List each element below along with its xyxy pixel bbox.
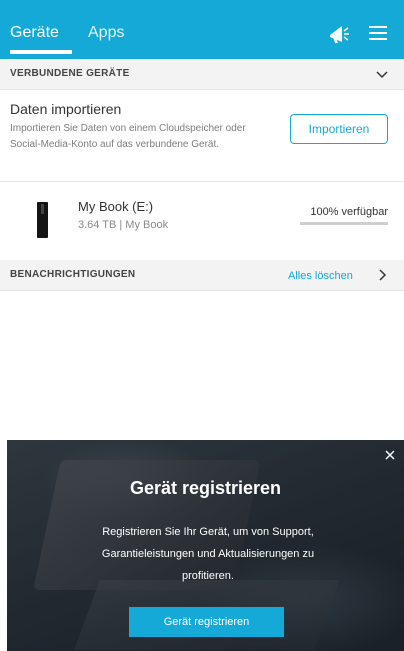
device-name[interactable]: My Book (E:)	[78, 199, 153, 214]
connected-devices-title: VERBUNDENE GERÄTE	[10, 68, 130, 79]
import-title: Daten importieren	[10, 101, 122, 117]
banner-title: Gerät registrieren	[129, 478, 282, 498]
app-header: Geräte Apps	[0, 0, 404, 59]
import-button[interactable]: Importieren	[290, 114, 388, 144]
device-detail: 3.64 TB | My Book	[78, 219, 169, 231]
chevron-down-icon[interactable]	[374, 66, 390, 82]
close-icon[interactable]	[384, 448, 396, 460]
availability-bar	[300, 222, 388, 225]
notifications-header: BENACHRICHTIGUNGEN Alles löschen	[0, 260, 404, 291]
banner-text: Registrieren Sie Ihr Gerät, um von Suppo…	[101, 526, 315, 582]
chevron-right-icon[interactable]	[374, 267, 390, 283]
clear-all-link[interactable]: Alles löschen	[288, 270, 353, 282]
import-description: Importieren Sie Daten von einem Cloudspe…	[10, 123, 246, 150]
availability-bar-fill	[300, 222, 388, 225]
tab-geraete[interactable]: Geräte	[10, 24, 59, 42]
active-tab-indicator	[10, 50, 72, 54]
device-availability: 100% verfügbar	[310, 206, 388, 218]
tab-apps[interactable]: Apps	[88, 24, 124, 42]
divider	[0, 181, 404, 182]
register-banner: Gerät registrieren Registrieren Sie Ihr …	[7, 440, 404, 651]
menu-icon[interactable]	[367, 22, 391, 44]
connected-devices-header[interactable]: VERBUNDENE GERÄTE	[0, 59, 404, 90]
notifications-title: BENACHRICHTIGUNGEN	[10, 269, 136, 280]
megaphone-icon[interactable]	[327, 22, 351, 44]
register-device-button[interactable]: Gerät registrieren	[129, 607, 284, 637]
drive-icon	[37, 202, 48, 238]
